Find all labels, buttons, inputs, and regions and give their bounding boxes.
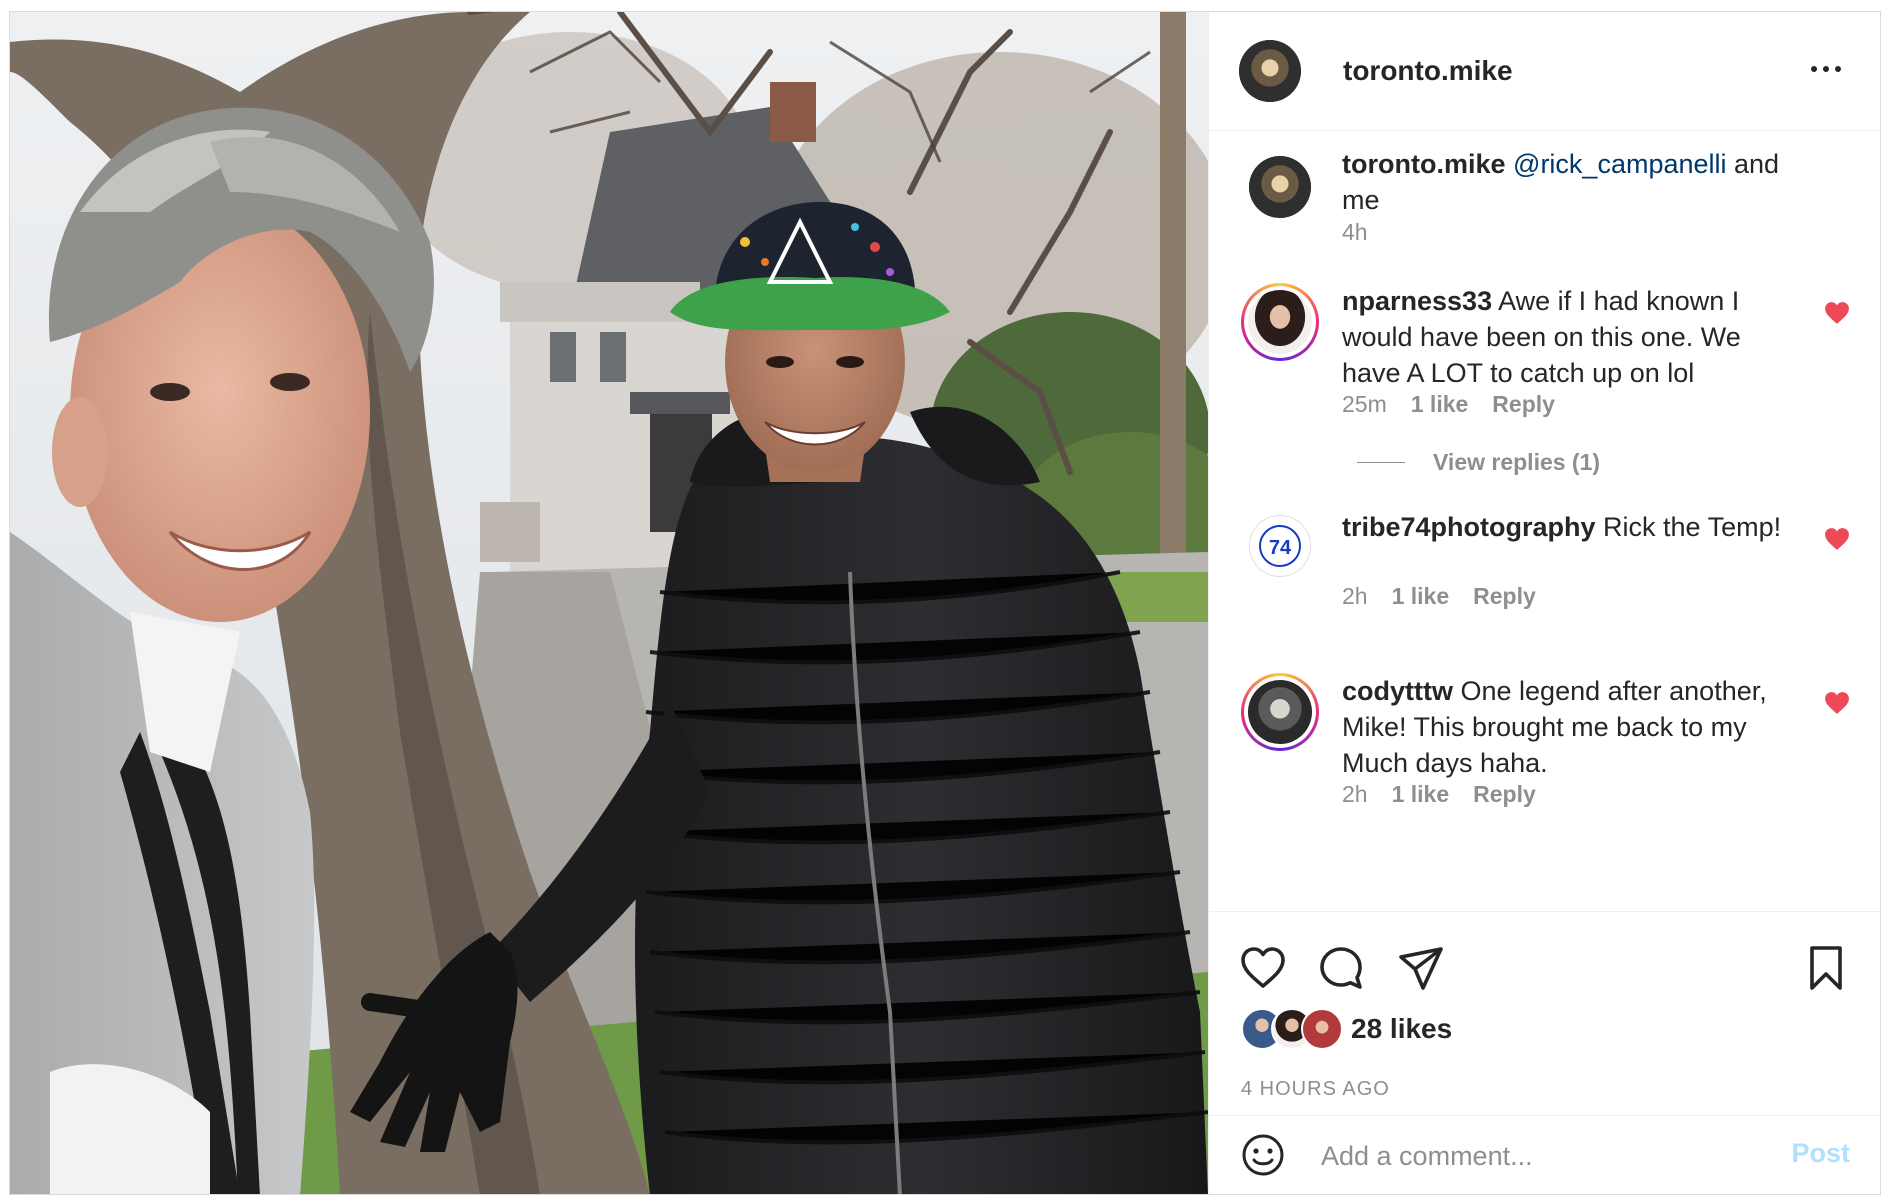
post-side-panel: toronto.mike toronto.mike @rick_campanel… (1208, 12, 1880, 1194)
comment-meta: 2h 1 like Reply (1342, 583, 1536, 610)
comment-username[interactable]: tribe74photography (1342, 512, 1596, 542)
add-comment-input[interactable] (1319, 1132, 1770, 1180)
comment-avatar-slot: 74 (1241, 507, 1319, 585)
post-header: toronto.mike (1209, 12, 1880, 131)
comment-meta: 25m 1 like Reply (1342, 391, 1555, 418)
comment-time[interactable]: 2h (1342, 781, 1368, 808)
story-ring-avatar[interactable] (1241, 673, 1319, 751)
post-actions: 28 likes 4 HOURS AGO (1209, 911, 1880, 1118)
liker-avatar (1301, 1008, 1343, 1050)
reply-button[interactable]: Reply (1473, 583, 1536, 610)
comment-avatar-slot (1241, 673, 1319, 751)
avatar[interactable] (1249, 156, 1311, 218)
comment-time[interactable]: 2h (1342, 583, 1368, 610)
smiley-icon[interactable] (1241, 1133, 1285, 1177)
liked-heart-icon[interactable] (1824, 301, 1850, 325)
more-options-icon[interactable] (1806, 54, 1846, 84)
comment-body: Rick the Temp! (1595, 512, 1782, 542)
post-photo[interactable] (10, 12, 1208, 1194)
add-comment-bar: Post (1209, 1115, 1880, 1194)
post-image (10, 12, 1208, 1194)
reply-button[interactable]: Reply (1473, 781, 1536, 808)
comment-likes[interactable]: 1 like (1411, 391, 1469, 418)
heart-outline-icon[interactable] (1239, 944, 1287, 992)
post-comment-button[interactable]: Post (1791, 1138, 1850, 1169)
send-icon[interactable] (1397, 944, 1445, 992)
caption-meta: 4h (1342, 219, 1368, 246)
bookmark-icon[interactable] (1802, 944, 1850, 992)
caption-username[interactable]: toronto.mike (1342, 149, 1506, 179)
comment-time[interactable]: 25m (1342, 391, 1387, 418)
avatar (1248, 290, 1312, 354)
comments-list[interactable]: toronto.mike @rick_campanelli and me 4h … (1209, 131, 1880, 911)
comment-text: nparness33 Awe if I had known I would ha… (1342, 283, 1802, 391)
caption-text: toronto.mike @rick_campanelli and me (1342, 146, 1802, 218)
svg-text:74: 74 (1269, 537, 1292, 559)
comment-text: codytttw One legend after another, Mike!… (1342, 673, 1802, 781)
likes-count[interactable]: 28 likes (1351, 1013, 1452, 1045)
tribe74-logo-icon: 74 (1259, 525, 1301, 567)
post-author-username[interactable]: toronto.mike (1343, 55, 1513, 87)
comment-avatar-slot (1241, 283, 1319, 361)
comment-text: tribe74photography Rick the Temp! (1342, 509, 1802, 545)
comment-icon[interactable] (1317, 944, 1365, 992)
post-timestamp[interactable]: 4 HOURS AGO (1241, 1078, 1390, 1101)
caption-time[interactable]: 4h (1342, 219, 1368, 246)
divider-line (1357, 462, 1405, 463)
avatar[interactable] (1239, 40, 1301, 102)
mention-link[interactable]: @rick_campanelli (1513, 149, 1726, 179)
comment-likes[interactable]: 1 like (1392, 583, 1450, 610)
avatar[interactable]: 74 (1249, 515, 1311, 577)
story-ring-avatar[interactable] (1241, 283, 1319, 361)
comment-username[interactable]: codytttw (1342, 676, 1453, 706)
comment-likes[interactable]: 1 like (1392, 781, 1450, 808)
caption-avatar-slot (1241, 148, 1319, 226)
comment-username[interactable]: nparness33 (1342, 286, 1492, 316)
likes-summary[interactable]: 28 likes (1241, 1008, 1452, 1050)
post-card: toronto.mike toronto.mike @rick_campanel… (9, 11, 1881, 1195)
liked-heart-icon[interactable] (1824, 527, 1850, 551)
reply-button[interactable]: Reply (1492, 391, 1555, 418)
comment-meta: 2h 1 like Reply (1342, 781, 1536, 808)
view-replies-label: View replies (1) (1433, 449, 1601, 475)
liked-heart-icon[interactable] (1824, 691, 1850, 715)
avatar (1248, 680, 1312, 744)
view-replies-button[interactable]: View replies (1) (1357, 449, 1600, 476)
